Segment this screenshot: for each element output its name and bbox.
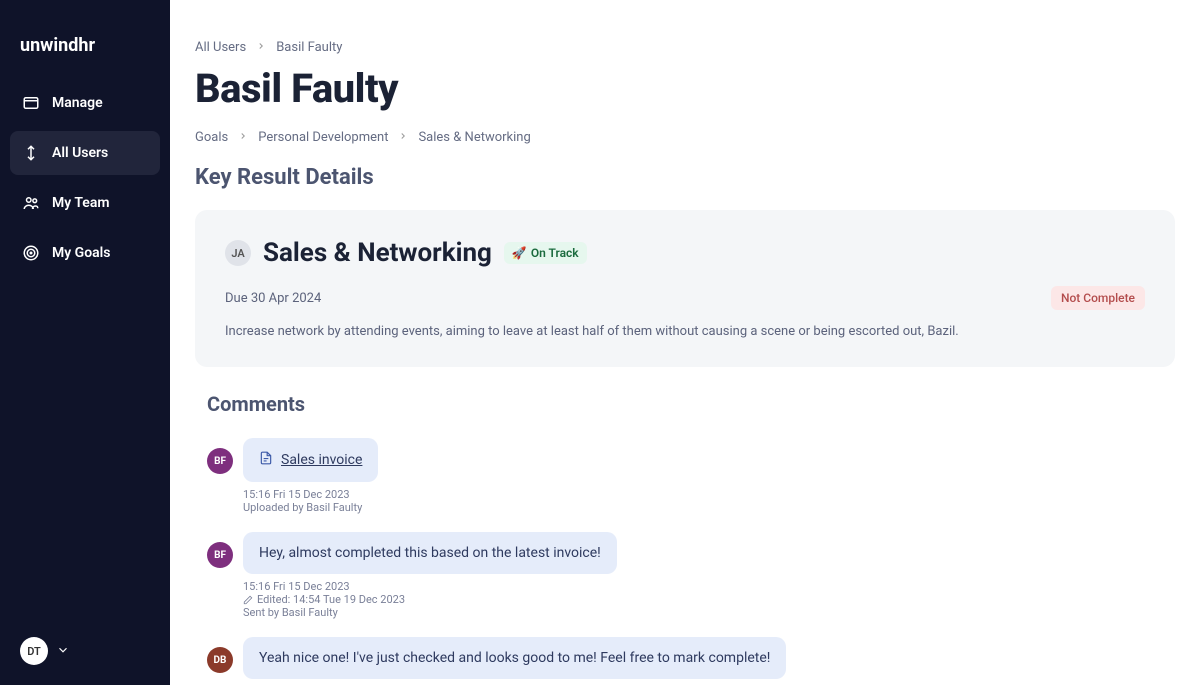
nav-manage[interactable]: Manage (10, 81, 160, 125)
crumb-goals[interactable]: Goals (195, 130, 228, 145)
manage-icon (22, 94, 40, 112)
comment-timestamp: 15:16 Fri 15 Dec 2023 (243, 580, 1163, 593)
crumb-current: Sales & Networking (418, 130, 530, 145)
comments-title: Comments (207, 392, 1163, 416)
nav-label: Manage (52, 95, 103, 111)
all-users-icon (22, 144, 40, 162)
status-badge: 🚀 On Track (504, 242, 587, 264)
crumb-personal-dev[interactable]: Personal Development (258, 130, 388, 145)
comment-text: Hey, almost completed this based on the … (243, 532, 617, 574)
comment-timestamp: 15:16 Fri 15 Dec 2023 (243, 488, 1163, 501)
comment-attachment[interactable]: Sales invoice (243, 438, 378, 482)
comment-body: Hey, almost completed this based on the … (243, 532, 1163, 619)
main-content: All Users Basil Faulty Basil Faulty Goal… (170, 0, 1200, 685)
nav-label: My Team (52, 195, 110, 211)
nav-my-goals[interactable]: My Goals (10, 231, 160, 275)
comment-item: BF Hey, almost completed this based on t… (207, 532, 1163, 619)
breadcrumb-root[interactable]: All Users (195, 40, 246, 55)
goal-card: JA Sales & Networking 🚀 On Track Due 30 … (195, 210, 1175, 367)
nav-label: All Users (52, 145, 108, 161)
goal-title: Sales & Networking (263, 238, 492, 268)
pencil-icon (243, 595, 253, 605)
due-date: Due 30 Apr 2024 (225, 291, 321, 306)
goal-description: Increase network by attending events, ai… (225, 324, 1145, 339)
comment-meta: 15:16 Fri 15 Dec 2023 Edited: 14:54 Tue … (243, 580, 1163, 619)
goal-meta-row: Due 30 Apr 2024 Not Complete (225, 286, 1145, 310)
goal-header: JA Sales & Networking 🚀 On Track (225, 238, 1145, 268)
rocket-icon: 🚀 (512, 246, 527, 260)
status-text: On Track (531, 246, 579, 260)
sidebar-footer: DT (0, 617, 170, 685)
comment-avatar: BF (207, 448, 233, 474)
breadcrumb-current: Basil Faulty (276, 40, 342, 55)
nav: Manage All Users My Team My Goals (0, 81, 170, 275)
comment-edited: Edited: 14:54 Tue 19 Dec 2023 (243, 593, 1163, 606)
comment-author: Sent by Basil Faulty (243, 606, 1163, 619)
nav-all-users[interactable]: All Users (10, 131, 160, 175)
comment-meta: 15:16 Fri 15 Dec 2023 Uploaded by Basil … (243, 488, 1163, 514)
chevron-down-icon[interactable] (56, 642, 70, 661)
comment-avatar: DB (207, 647, 233, 673)
completion-badge: Not Complete (1051, 286, 1145, 310)
my-goals-icon (22, 244, 40, 262)
comment-text: Yeah nice one! I've just checked and loo… (243, 637, 786, 679)
comment-item: BF Sales invoice 15:16 Fri 15 Dec 2023 U… (207, 438, 1163, 514)
comment-item: DB Yeah nice one! I've just checked and … (207, 637, 1163, 685)
chevron-right-icon (238, 130, 248, 145)
comment-avatar: BF (207, 542, 233, 568)
chevron-right-icon (398, 130, 408, 145)
my-team-icon (22, 194, 40, 212)
nav-label: My Goals (52, 245, 111, 261)
comment-author: Uploaded by Basil Faulty (243, 501, 1163, 514)
comment-body: Sales invoice 15:16 Fri 15 Dec 2023 Uplo… (243, 438, 1163, 514)
sub-breadcrumb: Goals Personal Development Sales & Netwo… (195, 130, 1175, 145)
nav-my-team[interactable]: My Team (10, 181, 160, 225)
current-user-avatar[interactable]: DT (20, 637, 48, 665)
page-title: Basil Faulty (195, 65, 1175, 112)
attachment-link[interactable]: Sales invoice (281, 452, 362, 468)
breadcrumb: All Users Basil Faulty (195, 40, 1175, 55)
section-title: Key Result Details (195, 165, 1175, 190)
chevron-right-icon (256, 40, 266, 55)
comments-section: Comments BF Sales invoice 15:16 Fri 15 D… (195, 392, 1175, 685)
assignee-avatar: JA (225, 240, 251, 266)
document-icon (259, 451, 273, 469)
sidebar: unwindhr Manage All Users My Team My Goa… (0, 0, 170, 685)
comment-body: Yeah nice one! I've just checked and loo… (243, 637, 1163, 685)
brand-logo: unwindhr (0, 0, 170, 81)
